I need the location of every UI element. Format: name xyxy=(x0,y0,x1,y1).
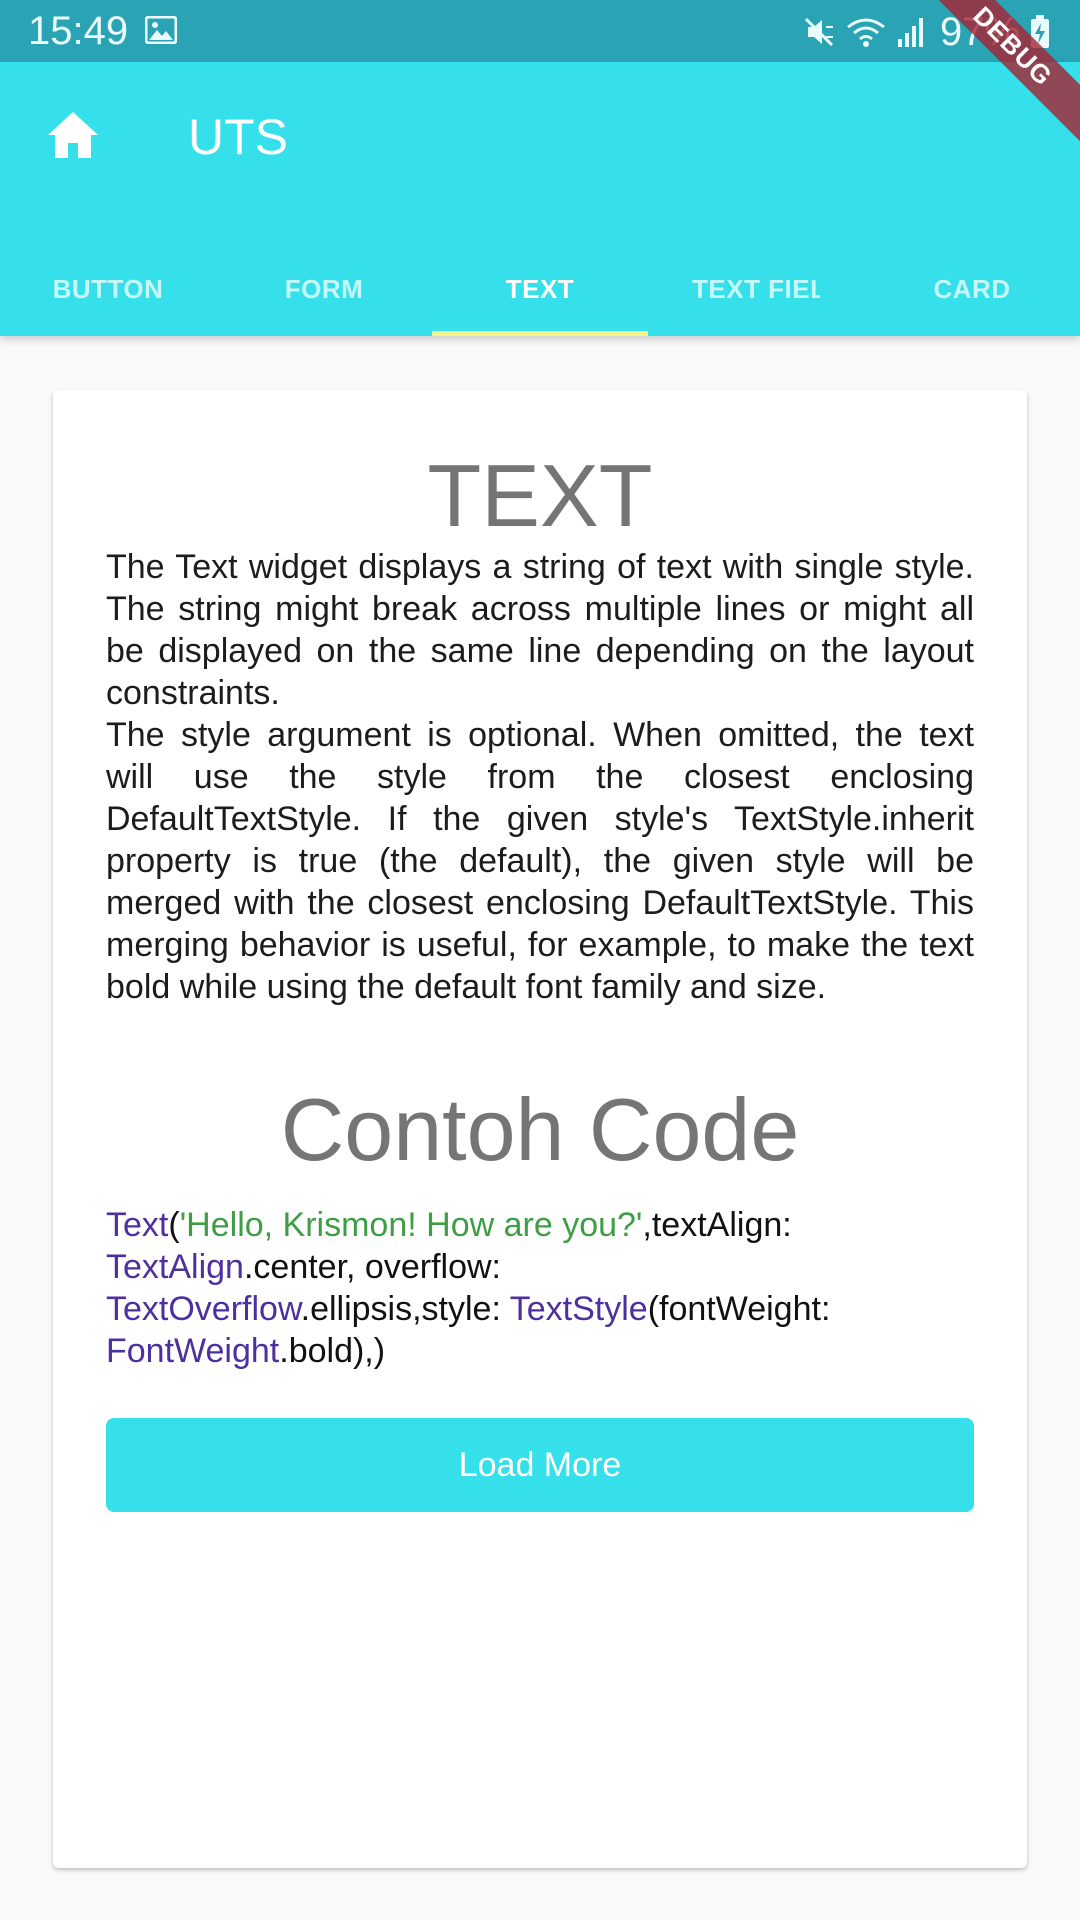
code-type: TextStyle xyxy=(509,1290,648,1328)
code-string: 'Hello, Krismon! How are you?' xyxy=(179,1206,643,1244)
tab-label: BUTTON xyxy=(52,273,164,304)
app-bar: UTS BUTTON FORM TEXT TEXT FIELD CARD xyxy=(0,62,1080,336)
tab-label: TEXT FIELD xyxy=(692,273,820,304)
tab-label: TEXT xyxy=(505,273,575,304)
code-type: Text xyxy=(106,1206,169,1244)
tab-bar: BUTTON FORM TEXT TEXT FIELD CARD xyxy=(0,242,1080,336)
code-plain: ( xyxy=(168,1206,180,1244)
code-line: TextAlign.center, overflow: xyxy=(106,1246,974,1288)
status-bar: 15:49 xyxy=(0,0,1080,62)
tab-text[interactable]: TEXT xyxy=(432,242,648,336)
description-paragraph: The style argument is optional. When omi… xyxy=(106,716,974,1006)
code-line: FontWeight.bold),) xyxy=(106,1330,974,1372)
tab-form[interactable]: FORM xyxy=(216,242,432,336)
app-title: UTS xyxy=(188,109,288,165)
code-plain: (fontWeight: xyxy=(647,1290,831,1328)
code-line: Text('Hello, Krismon! How are you?',text… xyxy=(106,1204,974,1246)
tab-label: CARD xyxy=(933,273,1011,304)
card-title: TEXT xyxy=(427,446,653,545)
tab-text-field[interactable]: TEXT FIELD xyxy=(648,242,864,336)
wifi-icon xyxy=(846,15,886,49)
code-plain: .center, overflow: xyxy=(243,1248,501,1286)
load-more-button[interactable]: Load More xyxy=(106,1418,974,1512)
tab-button[interactable]: BUTTON xyxy=(0,242,216,336)
code-type: TextOverflow xyxy=(106,1290,301,1328)
tab-card[interactable]: CARD xyxy=(864,242,1080,336)
content-card: TEXT The Text widget displays a string o… xyxy=(53,390,1027,1868)
status-time: 15:49 xyxy=(28,9,129,53)
signal-icon xyxy=(896,15,926,49)
code-plain: ,textAlign: xyxy=(642,1206,792,1244)
code-plain: .bold),) xyxy=(279,1332,386,1370)
description: The Text widget displays a string of tex… xyxy=(106,546,974,1008)
code-line: TextOverflow.ellipsis,style: TextStyle(f… xyxy=(106,1288,974,1330)
code-sample: Text('Hello, Krismon! How are you?',text… xyxy=(106,1204,974,1372)
description-paragraph: The Text widget displays a string of tex… xyxy=(106,548,974,712)
tab-label: FORM xyxy=(284,273,364,304)
screen: 15:49 DEBUG UTS BUTTON FORM TEXT TEXT FI… xyxy=(0,0,1080,1920)
code-title: Contoh Code xyxy=(280,1080,800,1179)
code-type: FontWeight xyxy=(106,1332,280,1370)
tab-indicator xyxy=(432,331,648,336)
image-icon xyxy=(144,15,178,45)
mute-icon xyxy=(802,15,836,49)
code-type: TextAlign xyxy=(106,1248,244,1286)
home-icon[interactable] xyxy=(46,110,100,160)
code-plain: .ellipsis,style: xyxy=(300,1290,510,1328)
